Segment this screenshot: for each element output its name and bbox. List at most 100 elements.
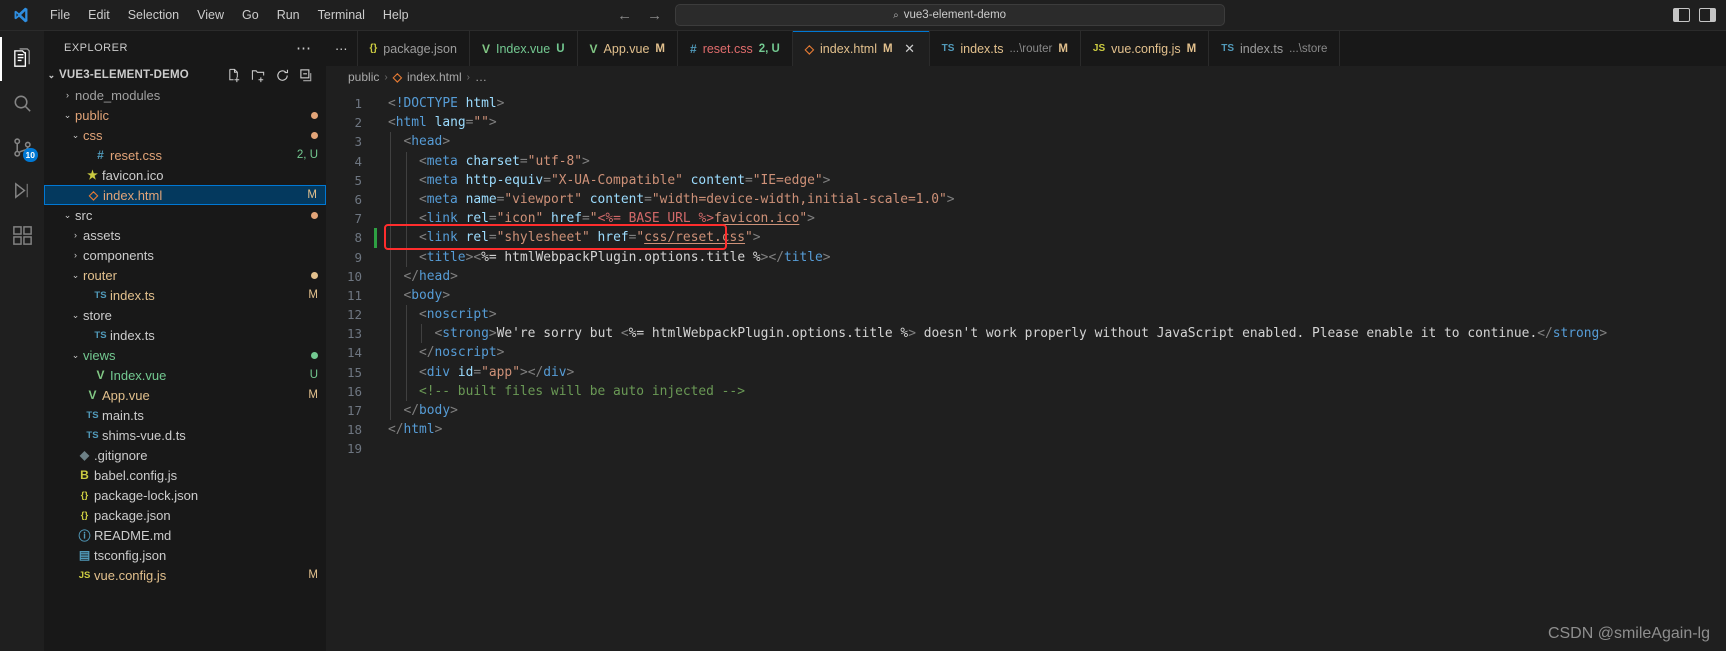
menu-go[interactable]: Go xyxy=(234,5,267,25)
tree-item-assets[interactable]: ›assets xyxy=(44,225,326,245)
tab-app-vue[interactable]: VApp.vueM xyxy=(578,31,678,66)
activity-explorer[interactable] xyxy=(0,37,44,81)
tree-item-shims-vue-d-ts[interactable]: TSshims-vue.d.ts xyxy=(44,425,326,445)
activity-extensions[interactable] xyxy=(0,213,44,257)
code-line[interactable]: <body> xyxy=(388,286,1726,305)
tab-index-ts[interactable]: TSindex.ts...\store xyxy=(1209,31,1340,66)
tab-reset-css[interactable]: #reset.css2, U xyxy=(678,31,793,66)
tree-item-store[interactable]: ⌄store xyxy=(44,305,326,325)
activity-source-control[interactable]: 10 xyxy=(0,125,44,169)
tab-overflow-label[interactable]: ⋯ xyxy=(335,41,348,56)
code-line[interactable]: </body> xyxy=(388,401,1726,420)
tree-item-main-ts[interactable]: TSmain.ts xyxy=(44,405,326,425)
tab-close-icon[interactable]: ✕ xyxy=(903,41,917,57)
file-type-icon: V xyxy=(91,368,110,382)
menu-edit[interactable]: Edit xyxy=(80,5,118,25)
tree-item-vue-config-js[interactable]: JSvue.config.jsM xyxy=(44,565,326,585)
code-line[interactable]: </html> xyxy=(388,420,1726,439)
breadcrumb[interactable]: public › ◇ index.html › … xyxy=(326,66,1726,88)
back-arrow-icon[interactable]: ← xyxy=(617,7,633,24)
menu-run[interactable]: Run xyxy=(269,5,308,25)
new-file-icon[interactable] xyxy=(227,68,242,83)
tree-item--gitignore[interactable]: ◆.gitignore xyxy=(44,445,326,465)
tree-item-index-ts[interactable]: TSindex.ts xyxy=(44,325,326,345)
code-line[interactable]: <meta http-equiv="X-UA-Compatible" conte… xyxy=(388,171,1726,190)
code-line-text: <meta name="viewport" content="width=dev… xyxy=(388,192,955,207)
source-control-badge: 10 xyxy=(23,148,38,162)
code-line[interactable]: <strong>We're sorry but <%= htmlWebpackP… xyxy=(388,324,1726,343)
forward-arrow-icon[interactable]: → xyxy=(647,7,663,24)
code-line[interactable]: </noscript> xyxy=(388,343,1726,362)
tree-item-index-vue[interactable]: VIndex.vueU xyxy=(44,365,326,385)
menu-view[interactable]: View xyxy=(189,5,232,25)
menu-file[interactable]: File xyxy=(42,5,78,25)
code-line[interactable]: <html lang=""> xyxy=(388,113,1726,132)
breadcrumb-file[interactable]: index.html xyxy=(407,70,462,84)
code-line[interactable]: <link rel="shylesheet" href="css/reset.c… xyxy=(388,228,1726,247)
line-number: 2 xyxy=(326,113,362,132)
code-line[interactable]: <head> xyxy=(388,132,1726,151)
refresh-icon[interactable] xyxy=(275,68,290,83)
tree-item-app-vue[interactable]: VApp.vueM xyxy=(44,385,326,405)
collapse-all-icon[interactable] xyxy=(299,68,314,83)
tree-item-tsconfig-json[interactable]: ▤tsconfig.json xyxy=(44,545,326,565)
code-content[interactable]: <!DOCTYPE html><html lang=""><head><meta… xyxy=(384,88,1726,651)
tab-index-ts[interactable]: TSindex.ts...\routerM xyxy=(930,31,1081,66)
tree-item-readme-md[interactable]: ⓘREADME.md xyxy=(44,525,326,545)
tree-item-babel-config-js[interactable]: Bbabel.config.js xyxy=(44,465,326,485)
code-line[interactable]: <div id="app"></div> xyxy=(388,363,1726,382)
tree-item-favicon-ico[interactable]: ★favicon.ico xyxy=(44,165,326,185)
tree-item-index-ts[interactable]: TSindex.tsM xyxy=(44,285,326,305)
explorer-actions xyxy=(227,68,318,83)
tab-index-vue[interactable]: VIndex.vueU xyxy=(470,31,578,66)
code-line[interactable] xyxy=(388,439,1726,458)
panel-layout-right-icon[interactable] xyxy=(1699,8,1716,22)
breadcrumb-folder[interactable]: public xyxy=(348,70,379,84)
activity-search[interactable] xyxy=(0,81,44,125)
new-folder-icon[interactable] xyxy=(251,68,266,83)
line-number: 11 xyxy=(326,286,362,305)
chevron-down-icon: ⌄ xyxy=(68,310,83,321)
code-line[interactable]: <meta charset="utf-8"> xyxy=(388,152,1726,171)
tree-item-node-modules[interactable]: ›node_modules xyxy=(44,85,326,105)
folder-change-dot xyxy=(311,352,318,359)
code-line[interactable]: </head> xyxy=(388,267,1726,286)
tab-package-json[interactable]: {}package.json xyxy=(358,31,470,66)
menu-help[interactable]: Help xyxy=(375,5,417,25)
menu-terminal[interactable]: Terminal xyxy=(310,5,373,25)
tab-vue-config-js[interactable]: JSvue.config.jsM xyxy=(1081,31,1209,66)
code-line[interactable]: <link rel="icon" href="<%= BASE_URL %>fa… xyxy=(388,209,1726,228)
tree-item-router[interactable]: ⌄router xyxy=(44,265,326,285)
file-tree[interactable]: ⌄ VUE3-ELEMENT-DEMO xyxy=(44,65,326,651)
code-line[interactable]: <!DOCTYPE html> xyxy=(388,94,1726,113)
activity-run-debug[interactable] xyxy=(0,169,44,213)
tree-item-package-json[interactable]: {}package.json xyxy=(44,505,326,525)
panel-layout-left-icon[interactable] xyxy=(1673,8,1690,22)
file-type-icon: ★ xyxy=(83,168,102,182)
tree-item-public[interactable]: ⌄public xyxy=(44,105,326,125)
code-line-text: <html lang=""> xyxy=(388,115,497,130)
editor-tab-bar[interactable]: ⋯ {}package.jsonVIndex.vueUVApp.vueM#res… xyxy=(326,31,1726,66)
code-line[interactable]: <title><%= htmlWebpackPlugin.options.tit… xyxy=(388,248,1726,267)
tree-item-index-html[interactable]: ◇index.htmlM xyxy=(44,185,326,205)
explorer-more-actions-icon[interactable]: ⋯ xyxy=(296,39,318,57)
menu-selection[interactable]: Selection xyxy=(120,5,187,25)
menu-bar[interactable]: File Edit Selection View Go Run Terminal… xyxy=(42,5,417,25)
code-line[interactable]: <!-- built files will be auto injected -… xyxy=(388,382,1726,401)
tree-root-vue3-element-demo[interactable]: ⌄ VUE3-ELEMENT-DEMO xyxy=(44,65,326,85)
file-type-icon: ⓘ xyxy=(75,527,94,544)
tree-item-components[interactable]: ›components xyxy=(44,245,326,265)
modified-line-indicator xyxy=(374,228,377,247)
tree-item-reset-css[interactable]: #reset.css2, U xyxy=(44,145,326,165)
tree-item-css[interactable]: ⌄css xyxy=(44,125,326,145)
command-search-bar[interactable]: ⌕ vue3-element-demo xyxy=(675,4,1225,26)
tree-item-views[interactable]: ⌄views xyxy=(44,345,326,365)
breadcrumb-tail[interactable]: … xyxy=(475,70,487,84)
code-line-text: </head> xyxy=(388,269,458,284)
code-line[interactable]: <meta name="viewport" content="width=dev… xyxy=(388,190,1726,209)
tab-index-html[interactable]: ◇index.htmlM✕ xyxy=(793,31,930,66)
tree-item-package-lock-json[interactable]: {}package-lock.json xyxy=(44,485,326,505)
code-editor[interactable]: 12345678910111213141516171819 <!DOCTYPE … xyxy=(326,88,1726,651)
code-line[interactable]: <noscript> xyxy=(388,305,1726,324)
tree-item-src[interactable]: ⌄src xyxy=(44,205,326,225)
